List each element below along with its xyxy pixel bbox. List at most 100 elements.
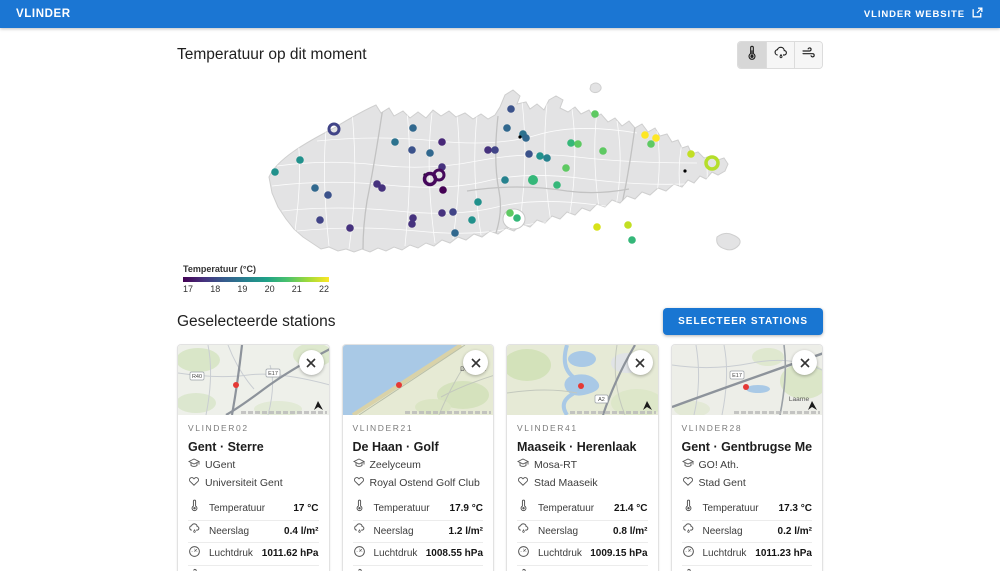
metric-label: Luchtdruk bbox=[538, 548, 582, 559]
station-dot[interactable] bbox=[408, 220, 416, 228]
close-icon bbox=[305, 357, 317, 369]
metric-value-precipitation: 0.2 l/m² bbox=[778, 526, 812, 537]
metric-value-temperature: 17 °C bbox=[293, 503, 318, 514]
station-dot[interactable] bbox=[506, 209, 514, 217]
station-dot-inactive[interactable] bbox=[683, 169, 686, 172]
station-dot[interactable] bbox=[562, 164, 570, 172]
road-shield-label: E17 bbox=[268, 371, 278, 377]
station-dot[interactable] bbox=[451, 229, 459, 237]
station-metrics: Temperatuur 17.3 °C Neerslag 0.2 l/m² Lu… bbox=[682, 497, 813, 571]
road-shield-label: A2 bbox=[598, 397, 605, 403]
station-dot[interactable] bbox=[439, 186, 447, 194]
station-school: Mosa-RT bbox=[534, 459, 577, 471]
station-dot-inactive[interactable] bbox=[518, 135, 521, 138]
remove-station-button[interactable] bbox=[792, 350, 817, 375]
station-dot[interactable] bbox=[525, 150, 533, 158]
toggle-temperature[interactable] bbox=[738, 42, 766, 68]
flanders-map bbox=[177, 71, 823, 260]
station-dot[interactable] bbox=[426, 149, 434, 157]
station-dot[interactable] bbox=[391, 138, 399, 146]
station-location-marker bbox=[743, 384, 749, 390]
legend-ticks: 17 18 19 20 21 22 bbox=[183, 284, 329, 294]
close-icon bbox=[470, 357, 482, 369]
map-attribution bbox=[734, 411, 820, 414]
app-header: VLINDER VLINDER WEBSITE bbox=[0, 0, 1000, 28]
select-stations-button[interactable]: SELECTEER STATIONS bbox=[663, 308, 823, 335]
metric-label: Temperatuur bbox=[538, 503, 594, 514]
station-dot[interactable] bbox=[647, 140, 655, 148]
remove-station-button[interactable] bbox=[299, 350, 324, 375]
metric-value-temperature: 21.4 °C bbox=[614, 503, 647, 514]
station-dot[interactable] bbox=[474, 198, 482, 206]
station-dot[interactable] bbox=[438, 138, 446, 146]
station-name: Gent · Sterre bbox=[188, 440, 319, 454]
station-dot[interactable] bbox=[501, 176, 509, 184]
station-sponsor: Stad Gent bbox=[699, 477, 746, 489]
station-cards: R40 E17 VLINDER02 Gent · Sterre UGent bbox=[177, 344, 823, 571]
map-legend: Temperatuur (°C) 17 18 19 20 21 22 bbox=[183, 264, 329, 294]
remove-station-button[interactable] bbox=[463, 350, 488, 375]
station-dot[interactable] bbox=[652, 134, 660, 142]
station-dot[interactable] bbox=[593, 223, 601, 231]
station-dot[interactable] bbox=[624, 221, 632, 229]
metric-label: Neerslag bbox=[209, 526, 249, 537]
stations-section-title: Geselecteerde stations bbox=[177, 313, 336, 331]
metric-label: Luchtdruk bbox=[374, 548, 418, 559]
station-id: VLINDER02 bbox=[188, 423, 319, 433]
website-link[interactable]: VLINDER WEBSITE bbox=[864, 6, 984, 22]
station-dot[interactable] bbox=[528, 175, 538, 185]
wind-icon bbox=[517, 567, 530, 571]
station-dot[interactable] bbox=[311, 184, 319, 192]
station-dot[interactable] bbox=[324, 191, 332, 199]
station-dot[interactable] bbox=[522, 134, 530, 142]
station-dot[interactable] bbox=[449, 208, 457, 216]
thermometer-icon bbox=[188, 499, 201, 517]
station-dot[interactable] bbox=[507, 105, 515, 113]
station-dot[interactable] bbox=[484, 146, 492, 154]
road-shield-label: E17 bbox=[732, 373, 742, 379]
station-dot[interactable] bbox=[553, 181, 561, 189]
heart-icon bbox=[517, 475, 529, 490]
station-dot[interactable] bbox=[628, 236, 636, 244]
station-dot[interactable] bbox=[503, 124, 511, 132]
toggle-precipitation[interactable] bbox=[766, 42, 794, 68]
station-dot[interactable] bbox=[513, 214, 521, 222]
station-dot[interactable] bbox=[687, 150, 695, 158]
wind-icon bbox=[801, 45, 817, 66]
metric-label: Luchtdruk bbox=[209, 548, 253, 559]
station-dot[interactable] bbox=[591, 110, 599, 118]
station-dot[interactable] bbox=[271, 168, 279, 176]
metric-value-pressure: 1011.23 hPa bbox=[755, 548, 812, 559]
metric-value-pressure: 1009.15 hPa bbox=[590, 548, 647, 559]
metric-value-precipitation: 0.8 l/m² bbox=[613, 526, 647, 537]
station-dot[interactable] bbox=[468, 216, 476, 224]
station-dot[interactable] bbox=[438, 209, 446, 217]
gauge-icon bbox=[188, 545, 201, 563]
station-dot[interactable] bbox=[574, 140, 582, 148]
station-dot[interactable] bbox=[378, 184, 386, 192]
school-icon bbox=[188, 457, 200, 472]
station-school: Zeelyceum bbox=[370, 459, 421, 471]
station-dot[interactable] bbox=[543, 154, 551, 162]
station-dot[interactable] bbox=[567, 139, 575, 147]
toggle-wind[interactable] bbox=[794, 42, 822, 68]
station-dot[interactable] bbox=[409, 124, 417, 132]
station-dot[interactable] bbox=[641, 131, 649, 139]
station-dot[interactable] bbox=[296, 156, 304, 164]
station-dot[interactable] bbox=[491, 146, 499, 154]
rain-cloud-icon bbox=[773, 45, 789, 66]
station-metrics: Temperatuur 17 °C Neerslag 0.4 l/m² Luch… bbox=[188, 497, 319, 571]
station-dot[interactable] bbox=[536, 152, 544, 160]
station-dot[interactable] bbox=[408, 146, 416, 154]
station-dot[interactable] bbox=[599, 147, 607, 155]
metric-label: Luchtdruk bbox=[703, 548, 747, 559]
metric-value-temperature: 17.3 °C bbox=[779, 503, 812, 514]
station-dot[interactable] bbox=[346, 224, 354, 232]
map-attribution bbox=[405, 411, 491, 414]
legend-title: Temperatuur (°C) bbox=[183, 264, 329, 274]
station-location-marker bbox=[578, 383, 584, 389]
heart-icon bbox=[188, 475, 200, 490]
remove-station-button[interactable] bbox=[628, 350, 653, 375]
station-dot[interactable] bbox=[316, 216, 324, 224]
gauge-icon bbox=[353, 545, 366, 563]
